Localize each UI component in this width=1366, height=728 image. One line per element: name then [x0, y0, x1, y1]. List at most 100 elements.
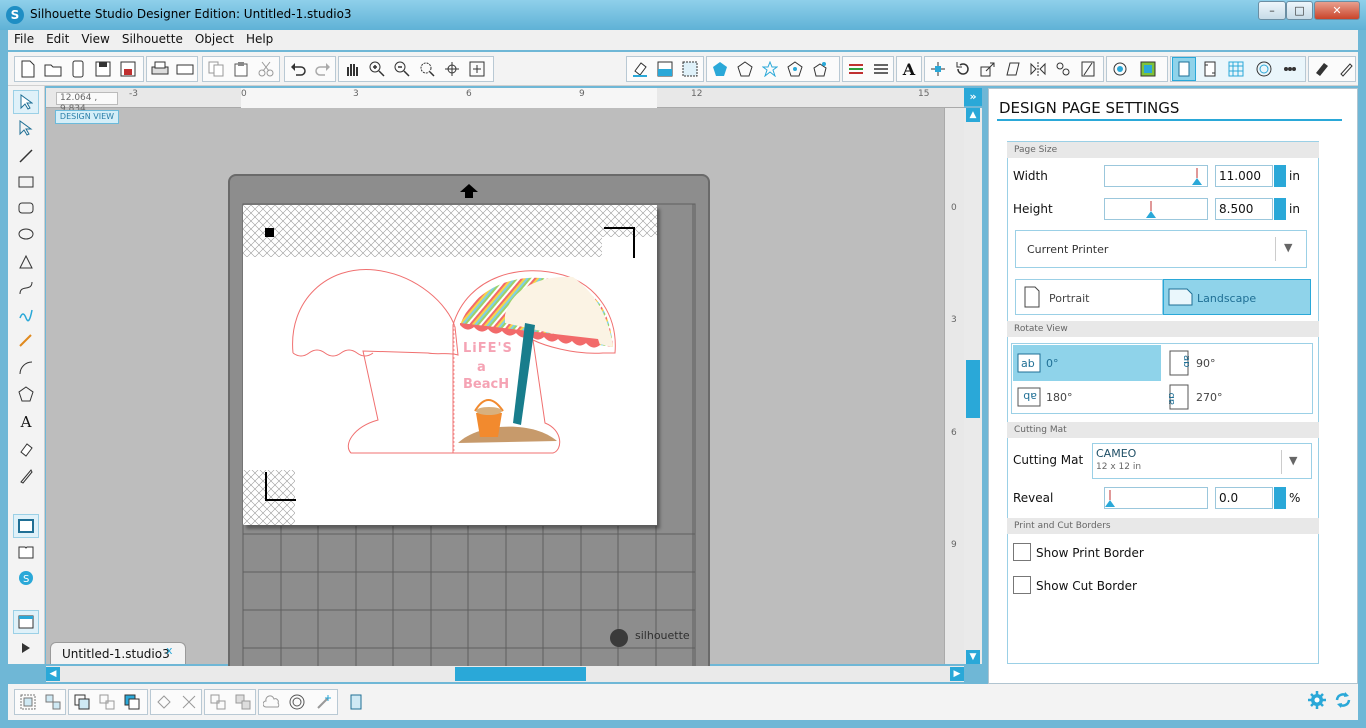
pentagon-outline-icon[interactable] — [733, 57, 757, 81]
landscape-option[interactable]: Landscape — [1163, 279, 1311, 315]
cut-scissors-icon[interactable] — [254, 57, 278, 81]
line-tool-icon[interactable] — [13, 144, 39, 168]
height-spinner[interactable] — [1274, 198, 1286, 220]
line-style-icon[interactable] — [869, 57, 893, 81]
silhouette-store-icon[interactable]: S — [13, 566, 39, 590]
show-print-border-checkbox[interactable] — [1013, 543, 1031, 561]
minimize-button[interactable]: – — [1258, 1, 1286, 20]
delete-x-icon[interactable] — [177, 690, 201, 714]
shape-effect-icon[interactable] — [783, 57, 807, 81]
scroll-left-icon[interactable]: ◀ — [46, 667, 60, 681]
reveal-spinner[interactable] — [1274, 487, 1286, 509]
width-slider[interactable] — [1104, 165, 1208, 187]
sketch-icon[interactable] — [1278, 57, 1302, 81]
page-setup-icon[interactable] — [1172, 57, 1196, 81]
duplicate-icon[interactable] — [206, 690, 230, 714]
open-library-icon[interactable] — [66, 57, 90, 81]
rotate-180-option[interactable]: ab 180° — [1013, 379, 1161, 415]
shear-icon[interactable] — [1001, 57, 1025, 81]
group-icon[interactable] — [16, 690, 40, 714]
height-slider[interactable] — [1104, 198, 1208, 220]
scroll-down-icon[interactable]: ▼ — [966, 650, 980, 664]
ungroup-icon[interactable] — [41, 690, 65, 714]
paste-icon[interactable] — [229, 57, 253, 81]
width-spinner[interactable] — [1274, 165, 1286, 187]
reveal-slider[interactable] — [1104, 487, 1208, 509]
portrait-option[interactable]: Portrait — [1015, 279, 1163, 315]
scroll-up-icon[interactable]: ▲ — [966, 108, 980, 122]
expand-arrow-icon[interactable] — [13, 636, 39, 660]
undo-icon[interactable] — [286, 57, 310, 81]
knife-tool-icon[interactable] — [13, 464, 39, 488]
menu-silhouette[interactable]: Silhouette — [116, 30, 189, 48]
horizontal-scrollbar[interactable]: ◀ ▶ — [46, 666, 964, 682]
ellipse-tool-icon[interactable] — [13, 222, 39, 246]
rotate-270-option[interactable]: ab 270° — [1169, 379, 1311, 415]
offset-icon[interactable] — [1108, 57, 1132, 81]
knife-icon[interactable] — [1076, 57, 1100, 81]
copy-icon[interactable] — [204, 57, 228, 81]
trace-wand-icon[interactable] — [312, 690, 336, 714]
design-page[interactable]: LiFE'S a BeacH — [243, 205, 657, 525]
make-compound-icon[interactable] — [70, 690, 94, 714]
printer-select[interactable]: Current Printer ▼ — [1015, 230, 1307, 268]
menu-edit[interactable]: Edit — [40, 30, 75, 48]
registration-marks-icon[interactable] — [1198, 57, 1222, 81]
replicate-icon[interactable] — [1051, 57, 1075, 81]
save-icon[interactable] — [91, 57, 115, 81]
curve-tool-icon[interactable] — [13, 276, 39, 300]
shape-shadow-icon[interactable] — [808, 57, 832, 81]
library-book-icon[interactable] — [13, 540, 39, 564]
zoom-selected-icon[interactable] — [415, 57, 439, 81]
rotate-icon[interactable] — [951, 57, 975, 81]
smooth-freehand-icon[interactable] — [13, 328, 39, 352]
zoom-drag-icon[interactable] — [440, 57, 464, 81]
vertical-scroll-thumb[interactable] — [966, 360, 980, 418]
horizontal-scroll-thumb[interactable] — [455, 667, 586, 681]
height-input[interactable]: 8.500 — [1215, 198, 1273, 220]
rounded-rectangle-tool-icon[interactable] — [13, 196, 39, 220]
save-to-library-icon[interactable] — [116, 57, 140, 81]
select-arrow-icon[interactable] — [13, 90, 39, 114]
shadow-cloud-icon[interactable] — [260, 690, 284, 714]
offset-rings-icon[interactable] — [285, 690, 309, 714]
reveal-input[interactable]: 0.0 — [1215, 487, 1273, 509]
star-outline-icon[interactable] — [758, 57, 782, 81]
mirror-icon[interactable] — [1026, 57, 1050, 81]
menu-file[interactable]: File — [8, 30, 40, 48]
eraser-tool-icon[interactable] — [13, 438, 39, 462]
close-button[interactable]: ✕ — [1314, 1, 1360, 20]
text-style-icon[interactable]: A — [897, 57, 921, 81]
pan-hand-icon[interactable] — [340, 57, 364, 81]
trace-icon[interactable] — [1136, 57, 1160, 81]
grid-icon[interactable] — [1224, 57, 1248, 81]
freehand-tool-icon[interactable] — [13, 302, 39, 326]
text-tool-icon[interactable]: A — [13, 410, 39, 434]
single-window-icon[interactable] — [13, 610, 39, 634]
print-cut-icon[interactable] — [173, 57, 197, 81]
menu-help[interactable]: Help — [240, 30, 279, 48]
settings-gear-icon[interactable] — [1306, 689, 1328, 711]
document-tab[interactable]: Untitled-1.studio3 x — [50, 642, 186, 664]
fit-to-window-icon[interactable] — [465, 57, 489, 81]
pentagon-fill-icon[interactable] — [708, 57, 732, 81]
fill-pattern-icon[interactable] — [678, 57, 702, 81]
zoom-out-icon[interactable] — [390, 57, 414, 81]
line-color-icon[interactable] — [844, 57, 868, 81]
menu-view[interactable]: View — [75, 30, 115, 48]
maximize-button[interactable]: □ — [1286, 1, 1313, 20]
rotate-90-option[interactable]: ab 90° — [1169, 345, 1311, 381]
fill-color-icon[interactable] — [653, 57, 677, 81]
menu-object[interactable]: Object — [189, 30, 240, 48]
scale-icon[interactable] — [976, 57, 1000, 81]
bring-forward-icon[interactable] — [120, 690, 144, 714]
edit-points-icon[interactable] — [13, 116, 39, 140]
width-input[interactable]: 11.000 — [1215, 165, 1273, 187]
send-to-silhouette-icon[interactable] — [1310, 57, 1334, 81]
polygon-tool-icon[interactable] — [13, 250, 39, 274]
cutting-mat-select[interactable]: CAMEO 12 x 12 in ▼ — [1092, 443, 1312, 479]
arc-tool-icon[interactable] — [13, 356, 39, 380]
weld-icon[interactable] — [152, 690, 176, 714]
print-icon[interactable] — [148, 57, 172, 81]
close-tab-icon[interactable]: x — [166, 644, 173, 657]
